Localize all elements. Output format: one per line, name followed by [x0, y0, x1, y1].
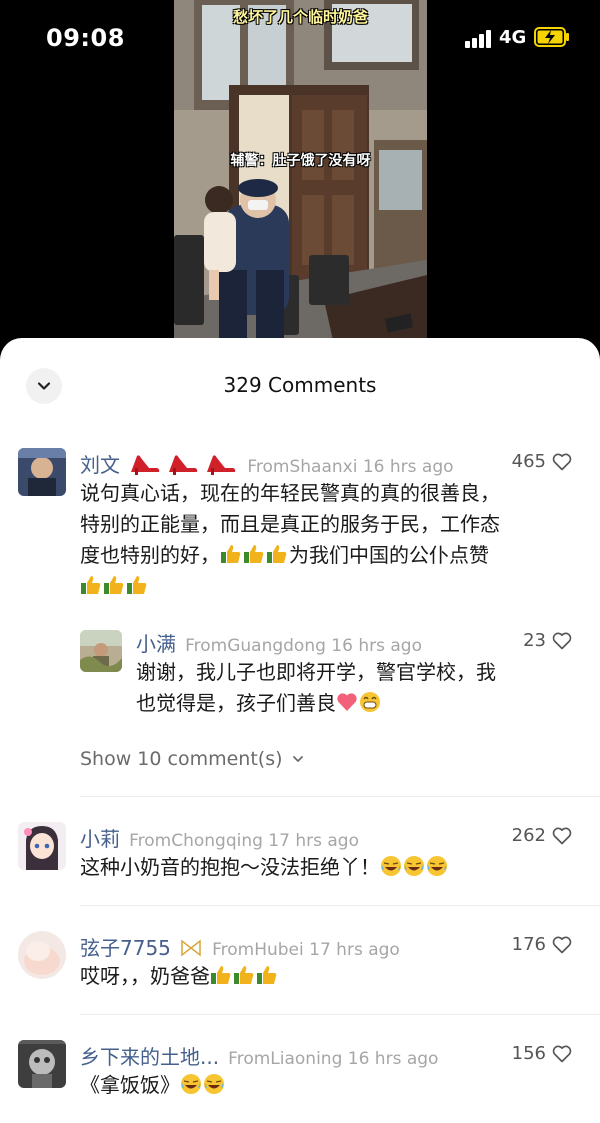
like-count: 465 [511, 451, 546, 472]
thumbs-up-icon [127, 576, 147, 594]
comment-text: 这种小奶音的抱抱～没法拒绝丫！ [80, 852, 580, 883]
divider [80, 796, 600, 797]
like-control[interactable]: 262 [512, 825, 572, 846]
thumbs-up-icon [234, 966, 254, 984]
show-more-replies-button[interactable]: Show 10 comment(s) [80, 748, 305, 770]
like-count: 262 [511, 825, 546, 846]
reply-header: 小满 FromGuangdong 16 hrs ago [136, 628, 422, 656]
comment-author[interactable]: 小莉 [80, 827, 120, 851]
comment-meta: FromShaanxi 16 hrs ago [247, 457, 454, 477]
heart-outline-icon[interactable] [552, 936, 572, 954]
comment-author[interactable]: 刘文 [80, 453, 120, 477]
avatar[interactable] [80, 630, 122, 672]
comment-header: 乡下来的土地... FromLiaoning 16 hrs ago [80, 1041, 438, 1069]
heart-icon [337, 693, 357, 711]
avatar[interactable] [18, 931, 66, 979]
laugh-cry-face-icon [381, 856, 401, 876]
thumbs-up-icon [221, 545, 241, 563]
like-count: 176 [511, 934, 546, 955]
high-heel-shoe-icon [169, 455, 198, 475]
comments-count-title: 329 Comments [223, 373, 377, 397]
heart-outline-icon[interactable] [552, 1045, 572, 1063]
reply-meta: FromGuangdong 16 hrs ago [185, 636, 422, 656]
laugh-cry-face-icon [181, 1074, 201, 1094]
thumbs-up-icon [211, 966, 231, 984]
comment-meta: FromChongqing 17 hrs ago [129, 831, 359, 851]
divider [80, 905, 600, 906]
like-count: 23 [523, 630, 546, 651]
comment-text: 《拿饭饭》 [80, 1070, 580, 1101]
reply-author[interactable]: 小满 [136, 632, 176, 656]
status-time: 09:08 [46, 24, 125, 52]
divider [80, 1014, 600, 1015]
thumbs-up-icon [81, 576, 101, 594]
avatar[interactable] [18, 1040, 66, 1088]
thumbs-up-icon [104, 576, 124, 594]
comment-meta: FromLiaoning 16 hrs ago [228, 1049, 439, 1069]
thumbs-up-icon [244, 545, 264, 563]
like-control[interactable]: 465 [512, 451, 572, 472]
reply-text: 谢谢，我儿子也即将开学，警官学校，我 也觉得是，孩子们善良 [136, 660, 496, 715]
comment-text: 哎呀，，奶爸爸 [80, 961, 580, 992]
status-bar: 09:08 4G [0, 0, 600, 70]
avatar[interactable] [18, 448, 66, 496]
like-count: 156 [511, 1043, 546, 1064]
comments-sheet: 329 Comments 刘文 FromShaanxi 16 hrs ago 4… [0, 338, 600, 1123]
comment-author[interactable]: 乡下来的土地... [80, 1045, 219, 1069]
laugh-cry-face-icon [204, 1074, 224, 1094]
laugh-cry-face-icon [404, 856, 424, 876]
signal-strength-icon [465, 30, 491, 48]
comment-header: 弦子7755 FromHubei 17 hrs ago [80, 932, 400, 960]
high-heel-shoe-icon [131, 455, 160, 475]
like-control[interactable]: 23 [523, 630, 572, 651]
thumbs-up-icon [257, 966, 277, 984]
comment-header: 刘文 FromShaanxi 16 hrs ago [80, 449, 454, 477]
laugh-cry-face-icon [427, 856, 447, 876]
thumbs-up-icon [267, 545, 287, 563]
heart-outline-icon[interactable] [552, 827, 572, 845]
video-subtitle: 辅警：肚子饿了没有呀 [230, 153, 371, 169]
comment-meta: FromHubei 17 hrs ago [212, 940, 400, 960]
high-heel-shoe-icon [207, 455, 236, 475]
bow-icon [181, 939, 201, 957]
network-type: 4G [499, 27, 527, 48]
comment-text: 说句真心话，现在的年轻民警真的真的很善良， 特别的正能量，而且是真正的服务于民，… [80, 478, 580, 602]
heart-outline-icon[interactable] [552, 632, 572, 650]
heart-outline-icon[interactable] [552, 453, 572, 471]
grinning-face-icon [360, 692, 380, 712]
like-control[interactable]: 176 [512, 934, 572, 955]
battery-charging-icon [534, 27, 569, 47]
comment-author[interactable]: 弦子7755 [80, 936, 171, 960]
like-control[interactable]: 156 [512, 1043, 572, 1064]
chevron-down-icon [292, 756, 303, 762]
comment-header: 小莉 FromChongqing 17 hrs ago [80, 823, 359, 851]
avatar[interactable] [18, 822, 66, 870]
